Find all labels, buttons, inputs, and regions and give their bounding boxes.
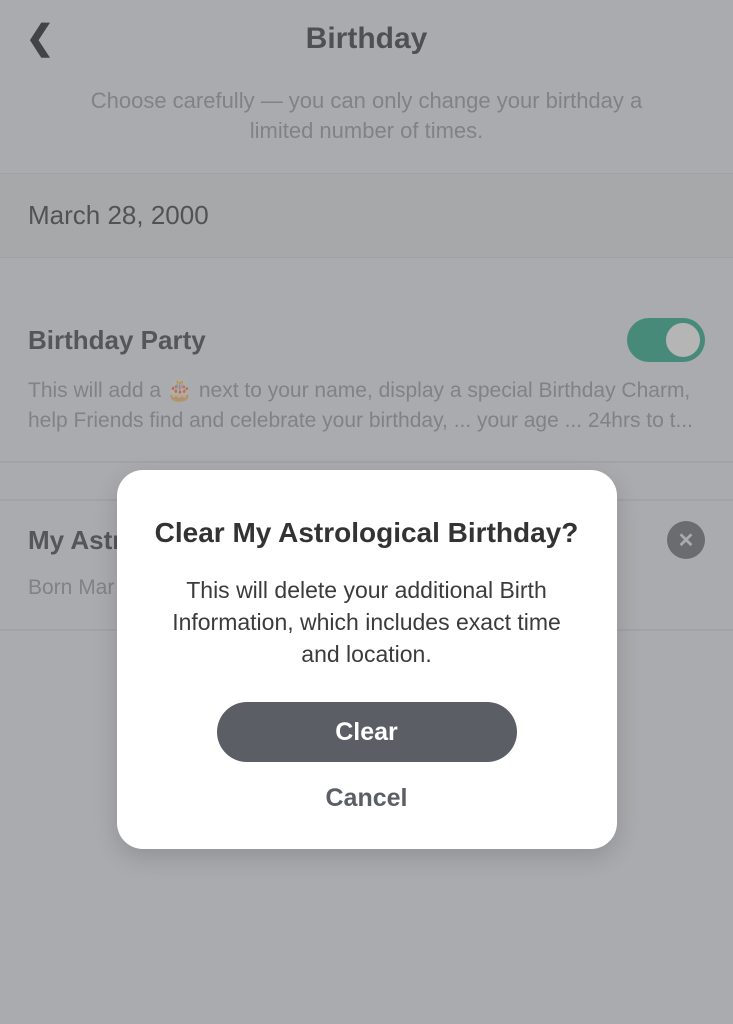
modal-title: Clear My Astrological Birthday?	[151, 514, 583, 552]
clear-button[interactable]: Clear	[217, 702, 517, 762]
cancel-button[interactable]: Cancel	[326, 784, 408, 813]
modal-text: This will delete your additional Birth I…	[151, 574, 583, 671]
clear-astrological-modal: Clear My Astrological Birthday? This wil…	[117, 470, 617, 849]
